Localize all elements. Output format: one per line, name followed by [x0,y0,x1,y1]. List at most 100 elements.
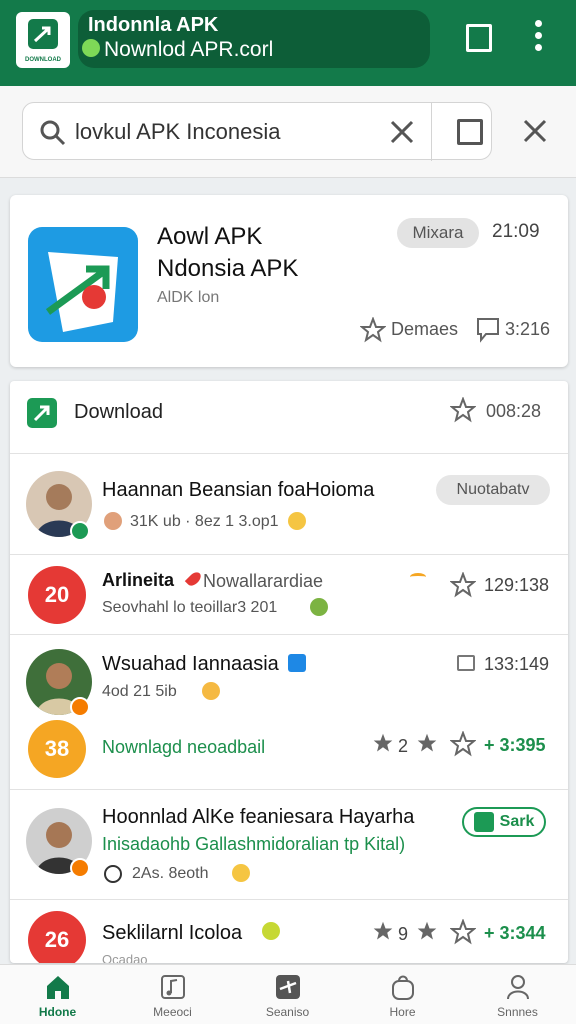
timer-icon [104,865,122,883]
download-icon [27,398,57,428]
star-outline-icon[interactable] [450,919,476,945]
star-outline-icon[interactable] [360,317,386,343]
more-menu-icon[interactable] [528,20,548,56]
secure-icon [82,39,100,57]
item-meta: 31K ub · 8ez 1 3.op1 [130,513,279,530]
item-name: Arlineita [102,570,175,590]
home-icon [47,976,69,999]
item-meta: Ocadao [102,952,148,963]
url-bar[interactable]: Indonnla APK Nownlod APR.corl [78,10,430,68]
clear-search-icon[interactable] [387,117,417,147]
nav-label: Hdone [38,1005,77,1019]
app-title-line2: Ndonsia APK [157,255,299,282]
download-list: Download 008:28 Haannan Beansian foaHoio… [10,381,568,963]
nav-label: Seaniso [265,1005,310,1019]
app-icon [28,227,138,342]
nav-store[interactable]: Hore [345,965,460,1024]
image-icon [457,655,475,671]
star-outline-icon[interactable] [450,572,476,598]
star-outline-icon[interactable] [450,731,476,757]
search-icon [40,120,66,146]
category-chip[interactable]: Mixara [397,218,479,248]
person-icon [507,975,529,1000]
url-text: Nownlod APR.corl [104,38,274,61]
nav-music[interactable]: Meeoci [115,965,230,1024]
badge-icon [70,858,90,878]
item-subtitle: Inisadaohb Gallashmidoralian tp Kital) [102,834,406,854]
logo-mark-icon [28,19,58,49]
list-item[interactable]: 20 Arlineita Nowallarardiae Seovhahl lo … [10,555,568,635]
nav-profile[interactable]: Snnnes [460,965,575,1024]
logo-text: DOWNLOAD [25,57,61,63]
item-time: 133:149 [484,654,550,674]
star-filled-icon [417,921,437,940]
close-icon[interactable] [520,116,550,146]
status-chip[interactable]: Nuotabatv [436,475,550,505]
star-filled-icon [373,921,393,940]
face-emoji-icon [202,682,220,700]
app-title: Aowl APK [157,223,263,250]
number-avatar: 26 [28,911,86,963]
arrow-icon [473,811,494,832]
favorites-label: Demaes [391,319,459,339]
list-item[interactable]: Haannan Beansian foaHoioma 31K ub · 8ez … [10,455,568,555]
item-title[interactable]: Nownlagd neoadbail [102,737,265,758]
nav-label: Meeoci [153,1005,192,1019]
music-icon [161,975,185,999]
search-divider [431,103,432,161]
nav-label: Snnnes [497,1005,538,1019]
item-title: Nowallarardiae [203,571,324,591]
star-outline-icon[interactable] [450,397,476,423]
item-title[interactable]: Wsuahad Iannaasia [102,653,279,676]
search-box [22,102,492,161]
item-title: Haannan Beansian foaHoioma [102,479,375,501]
leaf-icon [310,598,328,616]
number-avatar: 38 [28,720,86,778]
rating-value: 9 [398,924,409,944]
star-filled-icon [373,733,393,752]
comment-icon[interactable] [476,317,500,343]
face-emoji-icon [232,864,250,882]
download-label: Download [74,401,163,423]
page-title: Indonnla APK [88,14,219,36]
rating-value: 2 [398,736,409,756]
item-title: Hoonnlad AlKe feaniesara Hayarha [102,806,415,828]
browser-toolbar: DOWNLOAD Indonnla APK Nownlod APR.corl [0,0,576,86]
search-input[interactable] [75,117,375,147]
chip-label: Sark [499,813,535,830]
sark-chip[interactable]: Sark [462,807,546,837]
card-time: 21:09 [492,221,540,242]
item-score: + 3:344 [484,923,546,943]
drop-icon [184,569,204,589]
online-badge-icon [70,521,90,541]
arc-icon [410,573,426,581]
list-item[interactable]: 26 Seklilarnl Icoloa Ocadao 9 + 3:344 [10,900,568,963]
item-meta: Seovhahl lo teoillar3 201 [102,599,278,616]
list-item-group: Wsuahad Iannaasia 4od 21 5ib 133:149 38 … [10,635,568,790]
comments-count: 3:216 [505,319,551,339]
face-emoji-icon [104,512,122,530]
item-meta: 2As. 8eoth [132,865,209,882]
bag-icon [392,975,414,1000]
number-avatar: 20 [28,566,86,624]
bottom-navigation: Hdone Meeoci Seaniso Hore Snnnes [0,964,576,1024]
badge-icon [70,697,90,717]
nav-travel[interactable]: Seaniso [230,965,345,1024]
pencil-icon [262,922,280,940]
item-time: 129:138 [484,575,550,595]
tabs-icon[interactable] [457,119,483,145]
verified-icon [288,654,306,672]
plane-icon [276,975,300,999]
bookmark-icon[interactable] [466,24,492,52]
app-logo[interactable]: DOWNLOAD [16,12,70,68]
nav-home[interactable]: Hdone [0,965,115,1024]
item-title: Seklilarnl Icoloa [102,922,243,944]
header-time: 008:28 [486,401,542,421]
app-card[interactable]: Aowl APK Ndonsia APK AlDK lon Mixara 21:… [10,195,568,367]
face-emoji-icon [288,512,306,530]
list-item[interactable]: Hoonnlad AlKe feaniesara Hayarha Inisada… [10,790,568,900]
star-filled-icon [417,733,437,752]
search-bar [0,86,576,178]
nav-label: Hore [389,1005,416,1019]
download-header[interactable]: Download 008:28 [10,381,568,454]
